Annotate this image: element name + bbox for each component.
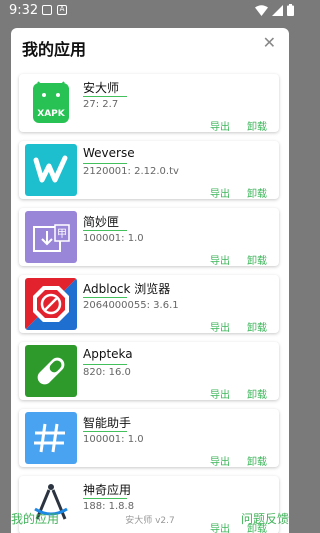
uninstall-button[interactable]: 卸载 (247, 118, 267, 133)
app-version: 820: 16.0 (83, 367, 131, 378)
app-list[interactable]: XAPK 安大师 27: 2.7 导出 卸载 Weverse 2120001: … (11, 70, 289, 533)
image-icon (42, 5, 52, 15)
close-icon[interactable]: ✕ (263, 35, 276, 51)
app-version: 2064000055: 3.6.1 (83, 300, 179, 311)
signal-icon (272, 4, 283, 16)
uninstall-button[interactable]: 卸载 (247, 386, 267, 401)
app-name: 神奇应用 (83, 483, 132, 497)
xapk-android-icon: XAPK (25, 77, 77, 129)
uninstall-button[interactable]: 卸载 (247, 185, 267, 200)
app-name: Weverse (83, 146, 135, 160)
app-version: 100001: 1.0 (83, 434, 144, 445)
app-name: 智能助手 (83, 416, 132, 430)
text-a-icon: A (57, 5, 67, 15)
weverse-w-icon (25, 144, 77, 196)
box-download-icon: 甲 (25, 211, 77, 263)
name-underline (83, 163, 127, 164)
app-name: Adblock 浏览器 (83, 282, 171, 296)
export-button[interactable]: 导出 (210, 252, 230, 267)
list-item[interactable]: Adblock 浏览器 2064000055: 3.6.1 导出 卸载 (19, 275, 279, 334)
app-name: 简妙匣 (83, 215, 120, 229)
list-item[interactable]: Weverse 2120001: 2.12.0.tv 导出 卸载 (19, 141, 279, 200)
battery-icon (287, 4, 294, 16)
app-name: 安大师 (83, 81, 120, 95)
name-underline (83, 297, 127, 298)
export-button[interactable]: 导出 (210, 185, 230, 200)
status-bar: 9:32 A (0, 0, 300, 22)
my-apps-dialog: 我的应用 ✕ XAPK 安大师 27: 2.7 导出 卸载 Weverse 21… (11, 28, 289, 533)
list-item[interactable]: 甲 简妙匣 100001: 1.0 导出 卸载 (19, 208, 279, 267)
dialog-title: 我的应用 (22, 40, 87, 59)
export-button[interactable]: 导出 (210, 453, 230, 468)
uninstall-button[interactable]: 卸载 (247, 252, 267, 267)
export-button[interactable]: 导出 (210, 319, 230, 334)
adblock-stop-icon (25, 278, 77, 330)
list-item[interactable]: 智能助手 100001: 1.0 导出 卸载 (19, 409, 279, 468)
wifi-icon (255, 4, 268, 16)
svg-text:甲: 甲 (57, 229, 67, 240)
svg-text:XAPK: XAPK (37, 109, 66, 119)
name-underline (83, 431, 127, 432)
name-underline (83, 498, 127, 499)
app-name: Appteka (83, 347, 133, 361)
pill-icon (25, 345, 77, 397)
export-button[interactable]: 导出 (210, 386, 230, 401)
uninstall-button[interactable]: 卸载 (247, 319, 267, 334)
name-underline (83, 96, 127, 97)
bottom-bar: 我的应用 安大师 v2.7 问题反馈 (0, 505, 300, 533)
list-item[interactable]: Appteka 820: 16.0 导出 卸载 (19, 342, 279, 401)
app-version: 2120001: 2.12.0.tv (83, 166, 179, 177)
export-button[interactable]: 导出 (210, 118, 230, 133)
feedback-button[interactable]: 问题反馈 (241, 510, 289, 527)
status-time: 9:32 (9, 3, 39, 18)
uninstall-button[interactable]: 卸载 (247, 453, 267, 468)
list-item[interactable]: XAPK 安大师 27: 2.7 导出 卸载 (19, 74, 279, 133)
name-underline (83, 230, 127, 231)
app-version: 27: 2.7 (83, 99, 119, 110)
name-underline (83, 364, 127, 365)
app-version: 100001: 1.0 (83, 233, 144, 244)
hash-icon (25, 412, 77, 464)
